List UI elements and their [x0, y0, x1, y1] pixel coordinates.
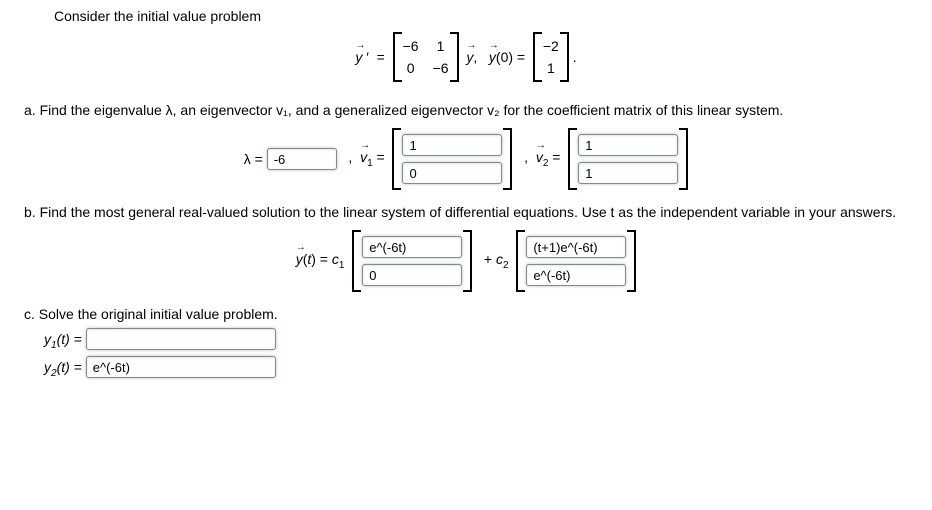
A22: −6 [433, 60, 449, 76]
lambda-input[interactable] [267, 148, 337, 170]
v1-row1-input[interactable] [402, 134, 502, 156]
part-c-text: c. Solve the original initial value prob… [24, 306, 918, 322]
v1-vector [392, 128, 512, 190]
solution-col2 [516, 230, 636, 292]
v1-row2-input[interactable] [402, 162, 502, 184]
y2-label: y2(t) = [44, 359, 82, 375]
y0-1: −2 [543, 38, 559, 54]
A11: −6 [403, 38, 419, 54]
part-b: b. Find the most general real-valued sol… [14, 204, 918, 292]
coefficient-matrix: −6 0 1 −6 [393, 32, 459, 82]
A12: 1 [433, 38, 449, 54]
sol2-row2-input[interactable] [526, 264, 626, 286]
ivp-equation: y ′ = −6 0 1 −6 y, y(0) = −2 1 . [14, 32, 918, 82]
lambda-label: λ = [244, 151, 263, 167]
v2-vector [568, 128, 688, 190]
solution-col1 [352, 230, 472, 292]
problem-intro: Consider the initial value problem [54, 8, 918, 24]
v2-row1-input[interactable] [578, 134, 678, 156]
intro-text: Consider the initial value problem [54, 8, 261, 24]
sol2-row1-input[interactable] [526, 236, 626, 258]
part-a: a. Find the eigenvalue λ, an eigenvector… [14, 102, 918, 190]
y1-input[interactable] [86, 328, 276, 350]
part-b-text: b. Find the most general real-valued sol… [24, 204, 918, 220]
y0-2: 1 [543, 60, 559, 76]
v2-row2-input[interactable] [578, 162, 678, 184]
sol1-row1-input[interactable] [362, 236, 462, 258]
part-a-text: a. Find the eigenvalue λ, an eigenvector… [24, 102, 918, 118]
A21: 0 [403, 60, 419, 76]
sol1-row2-input[interactable] [362, 264, 462, 286]
part-c: c. Solve the original initial value prob… [14, 306, 918, 379]
y1-label: y1(t) = [44, 331, 82, 347]
initial-vector: −2 1 [533, 32, 569, 82]
y2-input[interactable] [86, 356, 276, 378]
